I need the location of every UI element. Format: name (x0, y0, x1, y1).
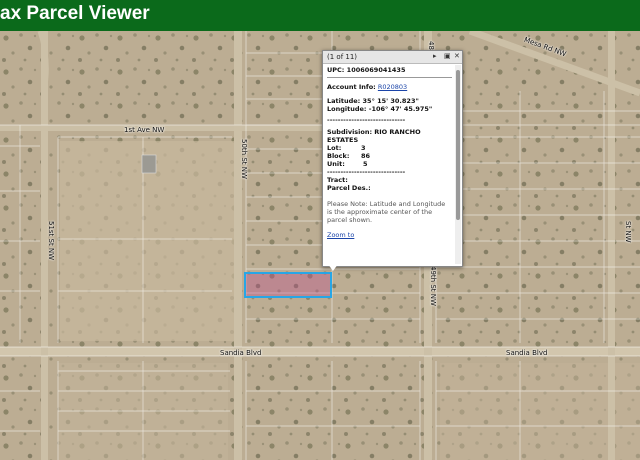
longitude-text: Longitude: -106° 47' 45.975" (327, 105, 433, 113)
popup-pointer (328, 264, 338, 271)
street-label-sandia-left: Sandia Blvd (220, 349, 262, 357)
popup-content: UPC: 1006069041435 Account Info: R020803… (327, 66, 452, 262)
note-text: Please Note: Latitude and Longitude is t… (327, 200, 446, 224)
unit-value: 5 (363, 160, 368, 168)
map-view[interactable]: 1st Ave NW Sandia Blvd Sandia Blvd 51st … (0, 31, 640, 460)
street-label-right-st: 49th St NW (429, 266, 437, 306)
app-header: ax Parcel Viewer (0, 0, 640, 31)
popup-scrollbar[interactable] (455, 65, 461, 264)
play-icon[interactable]: ▸ (433, 52, 437, 60)
unit-label: Unit: (327, 160, 345, 168)
popup-titlebar: (1 of 11) ▸ ▣ ✕ (323, 51, 462, 64)
block-value: 86 (361, 152, 371, 160)
popup-count: (1 of 11) (327, 53, 358, 61)
selected-parcel[interactable] (244, 272, 332, 298)
zoom-to-link[interactable]: Zoom to (327, 231, 354, 239)
lot-value: 3 (361, 144, 366, 152)
street-label-mid-st: 50th St NW (240, 139, 248, 179)
maximize-icon[interactable]: ▣ (444, 52, 451, 60)
parcel-info-popup: (1 of 11) ▸ ▣ ✕ UPC: 1006069041435 Accou… (322, 50, 463, 267)
subdivision-label: Subdivision: (327, 128, 373, 136)
scrollbar-thumb[interactable] (456, 70, 460, 220)
parcel-des-label: Parcel Des.: (327, 184, 371, 192)
tract-label: Tract: (327, 176, 348, 184)
upc-text: UPC: 1006069041435 (327, 66, 406, 74)
close-icon[interactable]: ✕ (454, 52, 460, 60)
latitude-text: Latitude: 35° 15' 30.823" (327, 97, 419, 105)
aerial-imagery (0, 31, 640, 460)
street-label-left-st: 51st St NW (47, 221, 55, 261)
street-label-1st-ave: 1st Ave NW (124, 126, 165, 134)
divider-text-1: ----------------------------- (327, 116, 406, 124)
app-title: ax Parcel Viewer (0, 3, 150, 24)
street-label-sandia-right: Sandia Blvd (506, 349, 548, 357)
account-label: Account Info: (327, 83, 376, 91)
block-label: Block: (327, 152, 350, 160)
divider-text-2: ----------------------------- (327, 168, 406, 176)
street-label-far-right: St NW (624, 221, 632, 243)
divider (327, 77, 452, 78)
lot-label: Lot: (327, 144, 342, 152)
account-link[interactable]: R020803 (378, 83, 407, 91)
